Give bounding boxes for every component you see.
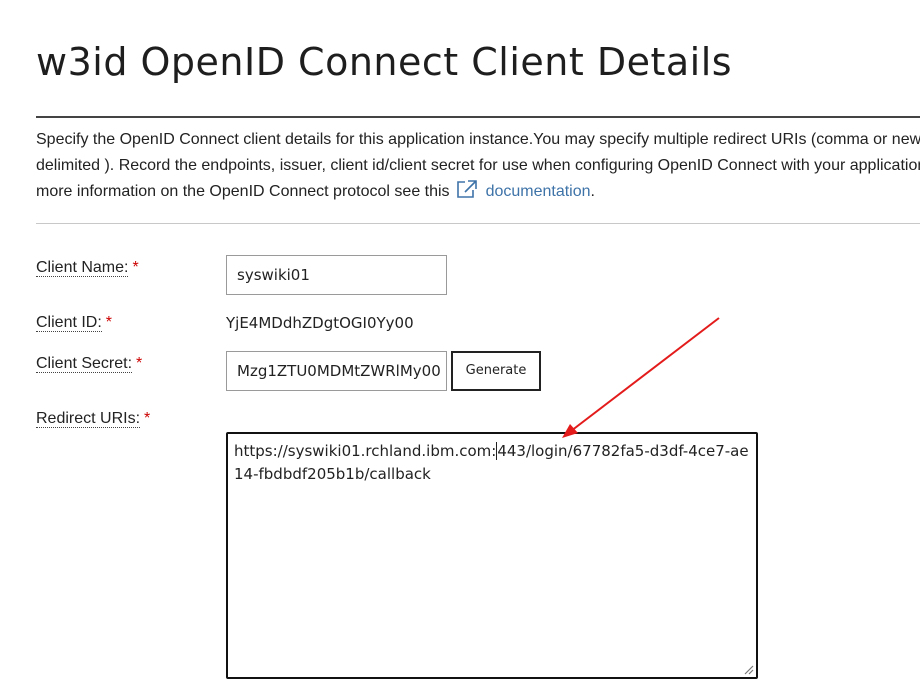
intro-line-2: delimited ). Record the endpoints, issue… — [36, 157, 920, 174]
client-secret-label-text: Client Secret: — [36, 355, 133, 373]
intro-line-3-suffix: . — [590, 183, 595, 200]
intro-line-3: more information on the OpenID Connect p… — [36, 179, 920, 205]
redirect-uris-label: Redirect URIs: * — [36, 410, 150, 428]
required-marker: * — [132, 259, 139, 276]
client-id-label-text: Client ID: — [36, 314, 102, 332]
redirect-uris-value-start: https://syswiki01.rchland.ibm.com: — [234, 442, 497, 460]
generate-button[interactable]: Generate — [451, 351, 541, 391]
resize-grip-icon[interactable] — [742, 663, 754, 675]
required-marker: * — [136, 355, 143, 372]
external-link-icon[interactable] — [456, 179, 478, 199]
client-name-label-text: Client Name: — [36, 259, 129, 277]
intro-text: Specify the OpenID Connect client detail… — [36, 127, 920, 205]
redirect-uris-label-text: Redirect URIs: — [36, 410, 141, 428]
client-secret-label: Client Secret: * — [36, 355, 142, 373]
page-title: w3id OpenID Connect Client Details — [36, 40, 733, 84]
required-marker: * — [144, 410, 151, 427]
client-id-label: Client ID: * — [36, 314, 112, 332]
redirect-uris-textarea[interactable]: https://syswiki01.rchland.ibm.com:443/lo… — [226, 432, 758, 679]
client-name-label: Client Name: * — [36, 259, 139, 277]
client-secret-input[interactable]: Mzg1ZTU0MDMtZWRlMy00 — [226, 351, 447, 391]
documentation-link[interactable]: documentation — [486, 183, 591, 200]
section-divider — [36, 223, 920, 224]
client-id-value: YjE4MDdhZDgtOGI0Yy00 — [226, 314, 414, 332]
intro-line-1: Specify the OpenID Connect client detail… — [36, 131, 920, 148]
required-marker: * — [105, 314, 113, 331]
title-divider — [36, 116, 920, 118]
intro-line-3-prefix: more information on the OpenID Connect p… — [36, 183, 450, 200]
client-name-input[interactable]: syswiki01 — [226, 255, 447, 295]
